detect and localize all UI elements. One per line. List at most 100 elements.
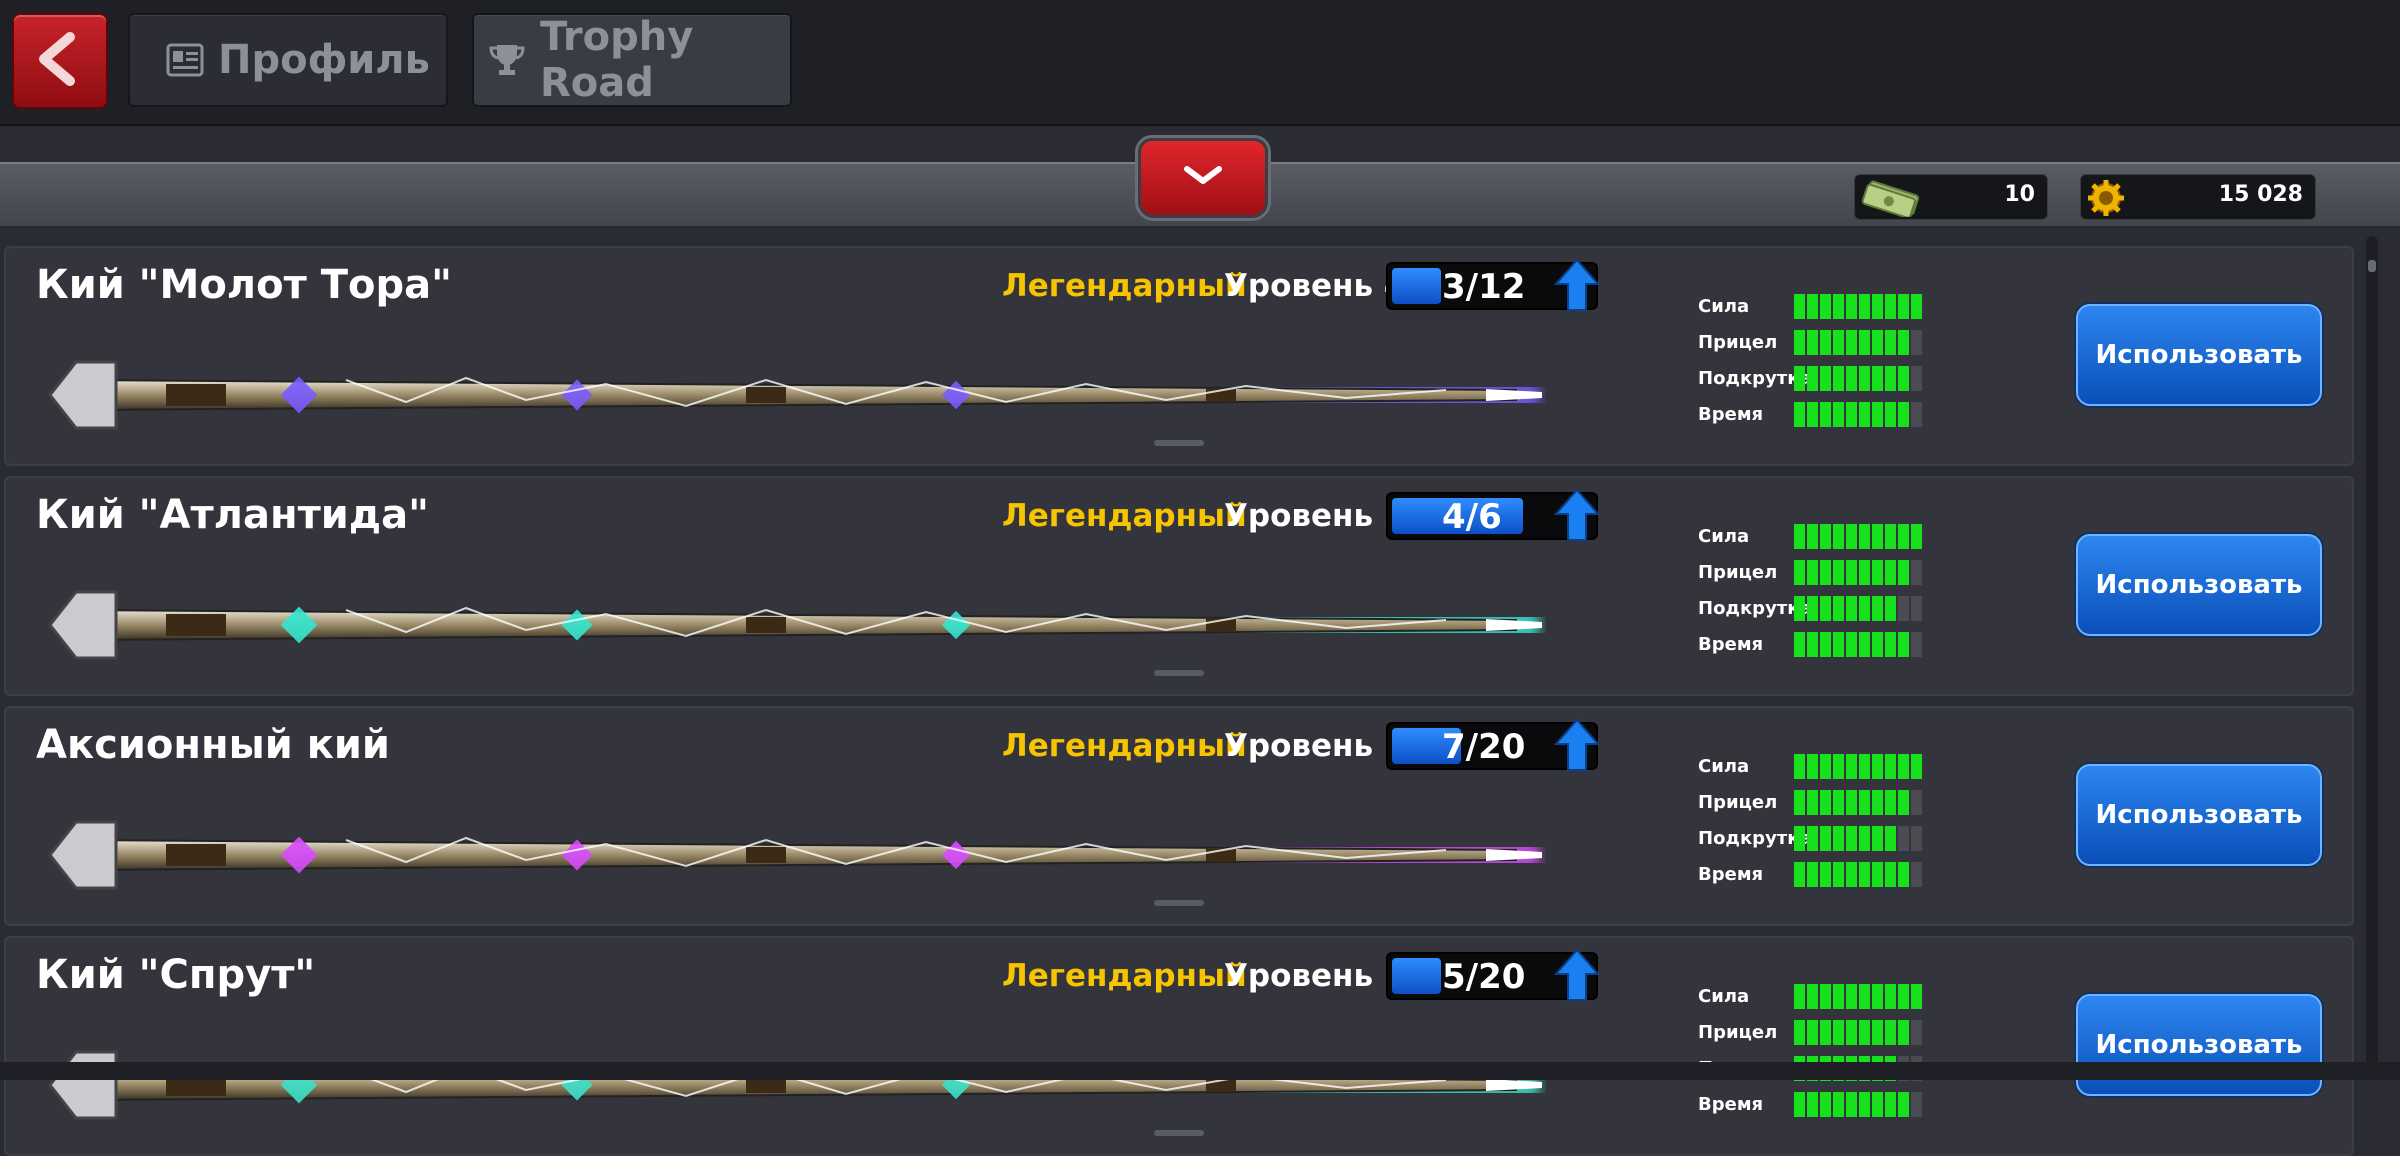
stat-segment (1872, 402, 1883, 427)
stat-segment (1833, 294, 1844, 319)
stat-bar (1794, 826, 1922, 851)
stat-segment (1807, 826, 1818, 851)
cue-rarity: Легендарный (1002, 268, 1247, 304)
stat-segment (1885, 862, 1896, 887)
stat-segment (1807, 560, 1818, 585)
stat-segment (1859, 754, 1870, 779)
stat-segment (1794, 826, 1805, 851)
stat-label: Прицел (1698, 562, 1778, 583)
stat-bar (1794, 330, 1922, 355)
stat-segment (1846, 754, 1857, 779)
cue-image-wrap (46, 800, 1546, 914)
stat-segment (1794, 294, 1805, 319)
back-button[interactable] (12, 13, 108, 109)
stat-segment (1898, 402, 1909, 427)
cue-image (48, 1050, 1542, 1120)
cue-name: Кий "Спрут" (36, 952, 316, 998)
cue-image-wrap (46, 570, 1546, 684)
scrollbar[interactable] (2366, 236, 2378, 1066)
cue-card[interactable]: Кий "Атлантида" Легендарный Уровень 3 4/6 … (4, 476, 2354, 696)
stat-segment (1859, 862, 1870, 887)
stat-segment (1898, 632, 1909, 657)
stat-segment (1885, 366, 1896, 391)
cue-image-wrap (46, 340, 1546, 454)
card-handle (1154, 900, 1204, 906)
stat-segment (1820, 402, 1831, 427)
stat-segment (1885, 632, 1896, 657)
stat-label: Сила (1698, 296, 1750, 317)
collapse-button[interactable] (1138, 138, 1268, 218)
cue-image-wrap (46, 1030, 1546, 1144)
stat-segment (1885, 826, 1896, 851)
use-button[interactable]: Использовать (2076, 534, 2322, 636)
stat-segment (1859, 1092, 1870, 1117)
card-handle (1154, 1130, 1204, 1136)
stat-segment (1807, 754, 1818, 779)
upgrade-arrow-icon[interactable] (1554, 488, 1600, 542)
cue-card[interactable]: Кий "Молот Тора" Легендарный Уровень 4 3/1… (4, 246, 2354, 466)
stat-segment (1846, 790, 1857, 815)
stat-label: Прицел (1698, 1022, 1778, 1043)
bottom-edge (0, 1062, 2400, 1080)
stat-segment (1846, 294, 1857, 319)
stat-segment (1833, 862, 1844, 887)
stat-segment (1885, 294, 1896, 319)
stat-segment (1820, 524, 1831, 549)
cue-card[interactable]: Кий "Спрут" Легендарный Уровень 5 5/20 Сил… (4, 936, 2354, 1156)
chevron-down-icon (1184, 166, 1222, 184)
use-button[interactable]: Использовать (2076, 304, 2322, 406)
top-bar: Профиль Trophy Road (0, 0, 2400, 126)
tab-trophy-road-label: Trophy Road (540, 14, 694, 106)
use-button[interactable]: Использовать (2076, 764, 2322, 866)
stat-segment (1833, 402, 1844, 427)
cue-level: Уровень 5 (1224, 958, 1406, 994)
upgrade-arrow-icon[interactable] (1554, 718, 1600, 772)
stat-segment (1911, 862, 1922, 887)
stat-segment (1885, 596, 1896, 621)
stat-segment (1872, 754, 1883, 779)
stat-segment (1898, 294, 1909, 319)
stat-label: Сила (1698, 526, 1750, 547)
stat-segment (1833, 330, 1844, 355)
stat-segment (1807, 330, 1818, 355)
stat-segment (1833, 524, 1844, 549)
stat-segment (1898, 754, 1909, 779)
cue-card[interactable]: Аксионный кий Легендарный Уровень 5 7/20 С… (4, 706, 2354, 926)
coin-counter[interactable]: 15 028 (2080, 174, 2316, 220)
stat-label: Время (1698, 1094, 1764, 1115)
tab-profile[interactable]: Профиль (128, 13, 448, 107)
tab-trophy-road[interactable]: Trophy Road (472, 13, 792, 107)
cue-level: Уровень 4 (1224, 268, 1406, 304)
cue-image (48, 360, 1542, 430)
stat-segment (1872, 984, 1883, 1009)
stat-segment (1846, 330, 1857, 355)
stat-bar (1794, 1092, 1922, 1117)
stat-segment (1859, 330, 1870, 355)
stat-segment (1911, 524, 1922, 549)
upgrade-arrow-icon[interactable] (1554, 258, 1600, 312)
stat-segment (1872, 294, 1883, 319)
stat-bar (1794, 862, 1922, 887)
progress-fill (1392, 958, 1441, 994)
stat-bar (1794, 632, 1922, 657)
stat-bar (1794, 1020, 1922, 1045)
upgrade-arrow-icon[interactable] (1554, 948, 1600, 1002)
stat-segment (1846, 826, 1857, 851)
stat-segment (1846, 366, 1857, 391)
scroll-thumb[interactable] (2368, 260, 2376, 272)
stat-segment (1859, 524, 1870, 549)
stat-segment (1846, 596, 1857, 621)
stat-segment (1911, 402, 1922, 427)
chevron-left-icon (39, 32, 75, 86)
use-button[interactable]: Использовать (2076, 994, 2322, 1096)
cash-counter[interactable]: 10 (1854, 174, 2048, 220)
stat-segment (1911, 1092, 1922, 1117)
stat-segment (1872, 560, 1883, 585)
stat-segment (1833, 560, 1844, 585)
stat-bar (1794, 560, 1922, 585)
stat-segment (1820, 596, 1831, 621)
stat-segment (1898, 330, 1909, 355)
stat-segment (1885, 984, 1896, 1009)
stat-segment (1820, 366, 1831, 391)
stat-segment (1885, 754, 1896, 779)
